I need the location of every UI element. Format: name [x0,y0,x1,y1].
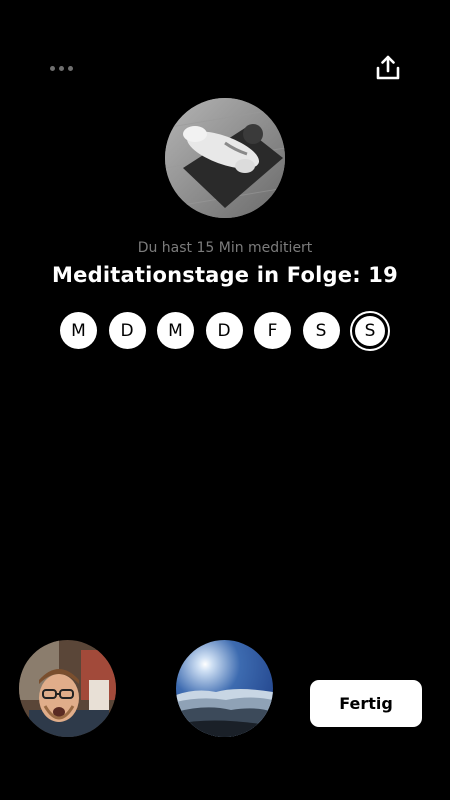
more-dot-icon [68,65,73,71]
more-options-button[interactable] [50,58,76,78]
more-dot-icon [50,65,55,71]
week-streak-row: M D M D F S S [60,310,390,351]
landscape-photo[interactable] [176,640,273,737]
done-button[interactable]: Fertig [310,680,422,727]
weekday-circle: F [254,312,291,349]
share-upload-icon [376,55,400,80]
friend-avatar[interactable] [19,640,116,737]
streak-title: Meditationstage in Folge: 19 [52,263,398,287]
weekday-circle: M [60,312,97,349]
weekday-circle: D [108,312,146,349]
share-button[interactable] [374,54,402,82]
profile-photo-dog [165,98,285,218]
weekday-circle-today: S [350,310,390,351]
more-dot-icon [59,65,64,71]
weekday-circle: S [302,312,340,349]
session-duration-text: Du hast 15 Min meditiert [137,240,313,256]
weekday-today-label: S [355,315,385,346]
weekday-circle: D [205,312,243,349]
weekday-circle: M [157,312,194,349]
